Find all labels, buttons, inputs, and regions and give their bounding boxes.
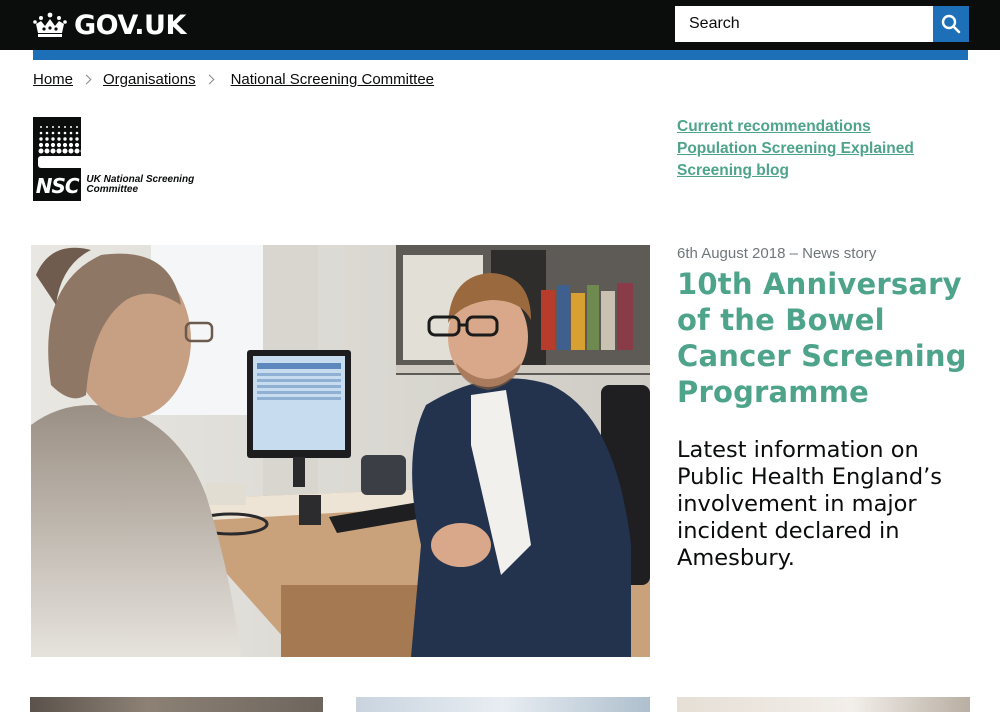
crown-icon xyxy=(33,12,67,37)
site-header: GOV.UK xyxy=(0,0,1000,50)
featured-news-headline-link[interactable]: 10th Anniversary of the Bowel Cancer Scr… xyxy=(677,266,967,410)
nsc-logo-letters: NSC xyxy=(35,174,80,198)
logo-text: GOV.UK xyxy=(74,9,186,41)
search-form xyxy=(675,6,969,42)
news-teaser-image[interactable] xyxy=(356,697,650,712)
news-teaser-image[interactable] xyxy=(677,697,970,712)
search-button[interactable] xyxy=(933,6,969,42)
organisation-logo: NSC UK National Screening Committee xyxy=(33,117,209,201)
news-teaser-image[interactable] xyxy=(30,697,323,712)
organisation-quick-links: Current recommendations Population Scree… xyxy=(677,116,914,182)
breadcrumb: Home Organisations National Screening Co… xyxy=(33,71,434,88)
breadcrumb-home[interactable]: Home xyxy=(33,71,73,88)
search-icon xyxy=(941,14,961,34)
chevron-right-icon xyxy=(204,74,215,85)
search-input[interactable] xyxy=(675,6,933,42)
featured-news-image[interactable] xyxy=(31,245,650,657)
link-current-recommendations[interactable]: Current recommendations xyxy=(677,116,914,138)
link-population-screening-explained[interactable]: Population Screening Explained xyxy=(677,138,914,160)
nsc-dot-pattern xyxy=(38,126,92,168)
nsc-logo-mark: NSC xyxy=(33,117,92,201)
nsc-logo-caption: UK National Screening Committee xyxy=(86,174,195,195)
breadcrumb-national-screening-committee[interactable]: National Screening Committee xyxy=(231,71,434,88)
chevron-right-icon xyxy=(81,74,92,85)
consultation-photo xyxy=(31,245,650,657)
govuk-logo-link[interactable]: GOV.UK xyxy=(32,8,186,42)
breadcrumb-organisations[interactable]: Organisations xyxy=(103,71,196,88)
featured-news-summary: Latest information on Public Health Engl… xyxy=(677,437,942,571)
header-accent-bar xyxy=(33,50,968,60)
link-screening-blog[interactable]: Screening blog xyxy=(677,160,914,182)
featured-news: 6th August 2018 – News story 10th Annive… xyxy=(677,244,967,572)
featured-news-meta: 6th August 2018 – News story xyxy=(677,245,877,262)
